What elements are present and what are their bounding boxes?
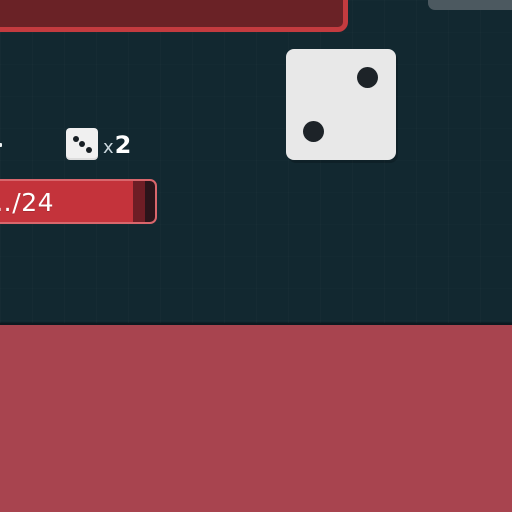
dice-count-indicator: x 2 [66, 127, 148, 161]
health-text: …/24 [0, 189, 54, 217]
dice-count-prefix: x [103, 137, 114, 158]
rolled-die[interactable] [286, 49, 396, 160]
die-pip [79, 141, 85, 147]
dice-icon [66, 128, 98, 160]
dice-count-label: x 2 [103, 133, 131, 157]
dice-count-value: 2 [114, 131, 132, 159]
top-banner [0, 0, 348, 32]
lower-panel [0, 323, 512, 512]
left-edge-indicator [0, 143, 2, 147]
game-screen: x 2 …/24 [0, 0, 512, 512]
health-value: …/24 [0, 189, 54, 217]
battle-board: x 2 …/24 [0, 0, 512, 323]
die-pip [73, 136, 79, 142]
die-pip [86, 147, 92, 153]
health-bar: …/24 [0, 179, 157, 224]
die-pip [357, 67, 378, 88]
die-pip [303, 121, 324, 142]
top-right-tab [428, 0, 512, 10]
